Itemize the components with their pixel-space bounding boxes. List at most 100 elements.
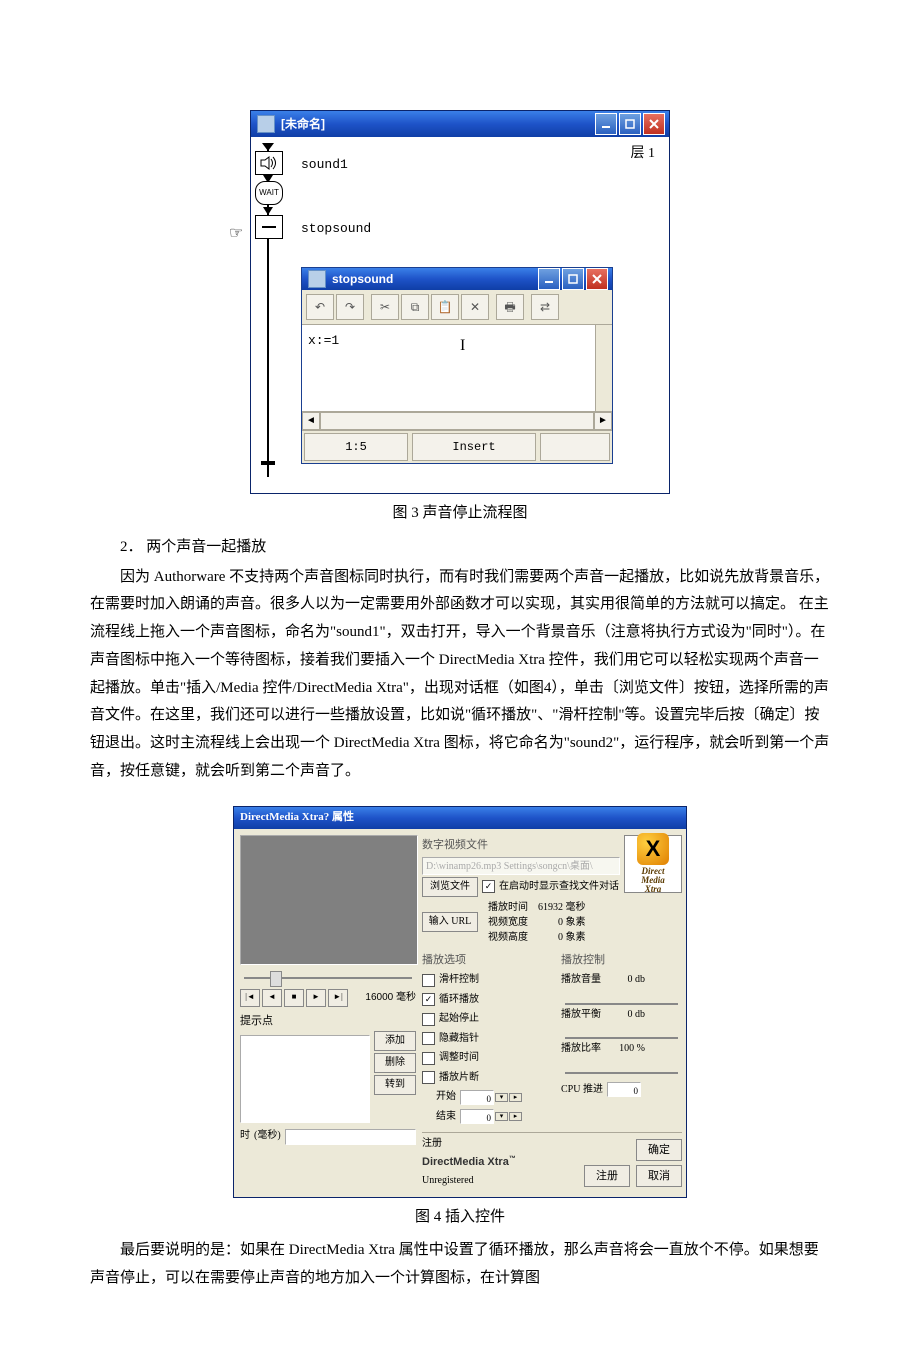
section2-heading: 2． 两个声音一起播放: [90, 534, 830, 562]
code-area[interactable]: x:=1 I: [302, 325, 612, 411]
main-window-titlebar[interactable]: [未命名]: [251, 111, 669, 137]
seg-end-spinner[interactable]: 0▾▸: [460, 1109, 522, 1124]
delete-cue-button[interactable]: 删除: [374, 1053, 416, 1073]
volume-value: 0 db: [605, 971, 645, 990]
close-button[interactable]: [643, 113, 665, 135]
loop-checkbox[interactable]: ✓: [422, 993, 435, 1006]
adjusttime-checkbox[interactable]: [422, 1052, 435, 1065]
dm-left-panel: |◄ ◄ ■ ► ►| 16000 毫秒 提示点 添加 删除 转到: [240, 835, 416, 1191]
calc-editor-window: stopsound ↶ ↷ ✂ ⧉ 📋 ✕: [301, 267, 613, 464]
undo-button[interactable]: ↶: [306, 294, 334, 320]
vertical-scrollbar[interactable]: [595, 325, 612, 411]
cut-button[interactable]: ✂: [371, 294, 399, 320]
horizontal-scrollbar[interactable]: ◄ ►: [302, 411, 612, 430]
time-input[interactable]: [285, 1129, 416, 1145]
time-slider[interactable]: [240, 969, 416, 987]
stop-button[interactable]: ■: [284, 989, 304, 1007]
app-icon: [257, 115, 275, 133]
play-button[interactable]: ►: [306, 989, 326, 1007]
preview-area: [240, 835, 418, 965]
options-button[interactable]: ⇄: [531, 294, 559, 320]
editor-toolbar: ↶ ↷ ✂ ⧉ 📋 ✕ 🖶 ⇄: [302, 290, 612, 325]
scroll-right-button[interactable]: ►: [594, 412, 612, 430]
balance-slider[interactable]: [561, 1029, 682, 1039]
final-paragraph: 最后要说明的是：如果在 DirectMedia Xtra 属性中设置了循环播放，…: [90, 1237, 830, 1293]
stepback-button[interactable]: ◄: [262, 989, 282, 1007]
flow-arrow-icon: [263, 207, 273, 215]
scroll-track[interactable]: [320, 412, 594, 430]
calc-icon[interactable]: [255, 215, 283, 239]
register-group: 注册 DirectMedia Xtra™ Unregistered 确定 注册 …: [422, 1132, 682, 1191]
register-title: 注册: [422, 1138, 442, 1149]
seg-start-spinner[interactable]: 0▾▸: [460, 1090, 522, 1105]
hidecursor-checkbox[interactable]: [422, 1032, 435, 1045]
calc-editor-title: stopsound: [332, 268, 393, 290]
cue-listbox[interactable]: [240, 1035, 370, 1123]
play-control-title: 播放控制: [561, 950, 682, 970]
time-unit: (毫秒): [254, 1127, 281, 1146]
slider-checkbox[interactable]: [422, 974, 435, 987]
show-dialog-checkbox[interactable]: ✓: [482, 880, 495, 893]
input-url-button[interactable]: 输入 URL: [422, 912, 478, 932]
logo-x-icon: X: [637, 833, 669, 865]
text-cursor-icon: I: [460, 331, 465, 361]
wait-icon[interactable]: WAIT: [255, 181, 283, 205]
stepfwd-button[interactable]: ►|: [328, 989, 348, 1007]
status-spacer: [540, 433, 610, 461]
play-options-title: 播放选项: [422, 950, 543, 970]
show-dialog-label: 在启动时显示查找文件对话: [499, 878, 619, 897]
file-path-field[interactable]: D:\winamp26.mp3 Settings\songcn\桌面\: [422, 857, 620, 875]
add-cue-button[interactable]: 添加: [374, 1031, 416, 1051]
paste-button[interactable]: 📋: [431, 294, 459, 320]
close-button[interactable]: [586, 268, 608, 290]
balance-value: 0 db: [605, 1006, 645, 1025]
sound-icon[interactable]: [255, 151, 283, 175]
copy-button[interactable]: ⧉: [401, 294, 429, 320]
scroll-left-button[interactable]: ◄: [302, 412, 320, 430]
delete-button[interactable]: ✕: [461, 294, 489, 320]
minimize-button[interactable]: [538, 268, 560, 290]
calc-editor-titlebar[interactable]: stopsound: [302, 268, 612, 290]
cue-label: 提示点: [240, 1011, 416, 1031]
redo-button[interactable]: ↷: [336, 294, 364, 320]
register-button[interactable]: 注册: [584, 1165, 630, 1187]
maximize-button[interactable]: [619, 113, 641, 135]
figure4-caption: 图 4 插入控件: [90, 1204, 830, 1232]
directmedia-logo: X Direct Media Xtra: [624, 835, 682, 893]
print-button[interactable]: 🖶: [496, 294, 524, 320]
transport-time: 16000 毫秒: [365, 989, 416, 1008]
volume-slider[interactable]: [561, 995, 682, 1005]
layer-label: 层 1: [631, 141, 656, 167]
browse-file-button[interactable]: 浏览文件: [422, 877, 478, 897]
ok-button[interactable]: 确定: [636, 1139, 682, 1161]
sound-icon-label: sound1: [301, 153, 348, 177]
pausestart-checkbox[interactable]: [422, 1013, 435, 1026]
playseg-checkbox[interactable]: [422, 1071, 435, 1084]
maximize-button[interactable]: [562, 268, 584, 290]
hand-cursor-icon: ☞: [229, 219, 243, 249]
transport-controls: |◄ ◄ ■ ► ►| 16000 毫秒: [240, 989, 416, 1008]
directmedia-dialog: DirectMedia Xtra? 属性 |◄ ◄ ■ ► ►| 16000 毫…: [233, 806, 687, 1198]
register-status: Unregistered: [422, 1175, 474, 1186]
figure3-caption: 图 3 声音停止流程图: [90, 500, 830, 528]
cpu-boost-spinner[interactable]: 0: [607, 1082, 641, 1097]
rewind-button[interactable]: |◄: [240, 989, 260, 1007]
rate-slider[interactable]: [561, 1064, 682, 1074]
figure3: [未命名] 层 1 ☞ sound1: [90, 110, 830, 494]
time-label: 时: [240, 1127, 250, 1146]
figure4: DirectMedia Xtra? 属性 |◄ ◄ ■ ► ►| 16000 毫…: [90, 806, 830, 1198]
status-mode: Insert: [412, 433, 536, 461]
dm-titlebar[interactable]: DirectMedia Xtra? 属性: [234, 807, 686, 829]
status-position: 1:5: [304, 433, 408, 461]
media-stats: 播放时间61932 毫秒 视频宽度0 象素 视频高度0 象素: [482, 899, 592, 946]
cancel-button[interactable]: 取消: [636, 1165, 682, 1187]
minimize-button[interactable]: [595, 113, 617, 135]
authorware-main-window: [未命名] 层 1 ☞ sound1: [250, 110, 670, 494]
section2-body: 因为 Authorware 不支持两个声音图标同时执行，而有时我们需要两个声音一…: [90, 564, 830, 786]
calc-icon-label: stopsound: [301, 217, 371, 241]
flow-end: [261, 461, 275, 465]
slider-thumb[interactable]: [270, 971, 282, 987]
code-text: x:=1: [308, 333, 339, 348]
goto-cue-button[interactable]: 转到: [374, 1075, 416, 1095]
rate-value: 100 %: [605, 1040, 645, 1059]
